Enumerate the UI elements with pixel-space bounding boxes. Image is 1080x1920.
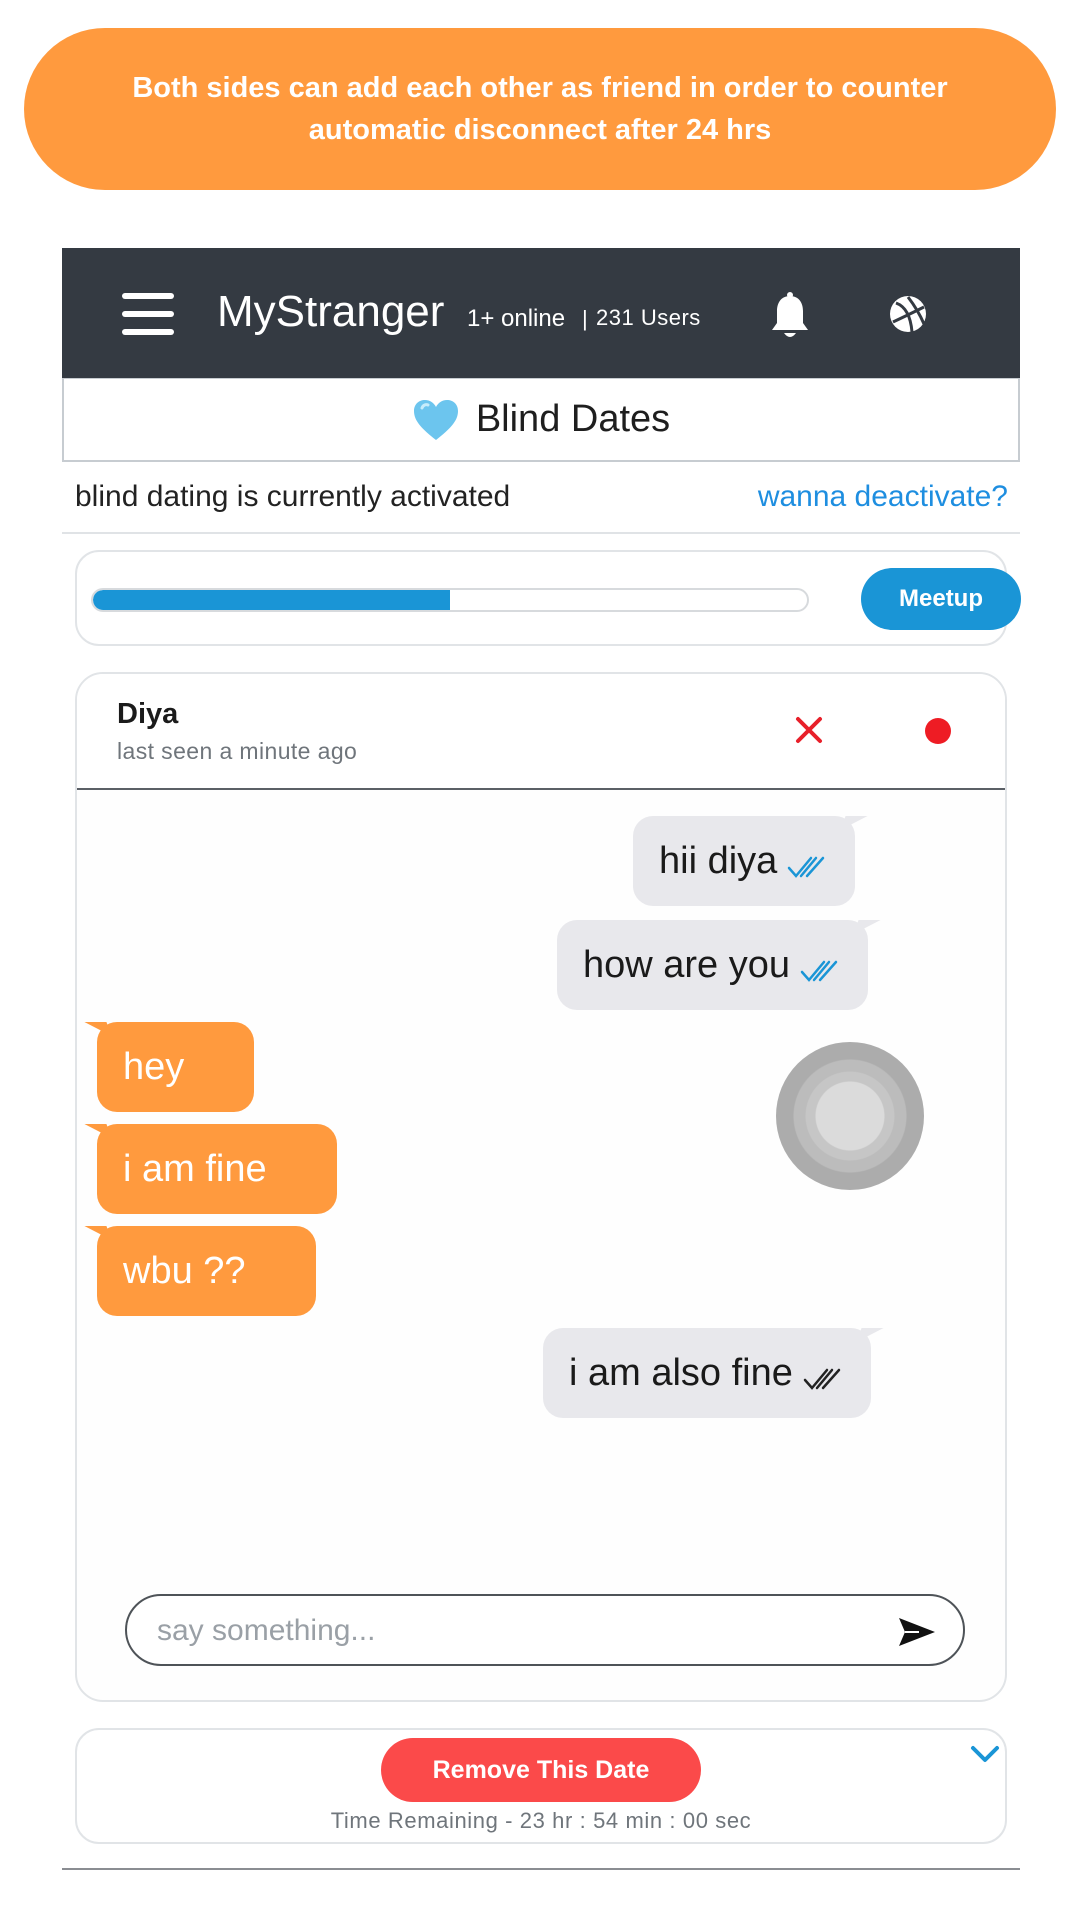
read-ticks-icon [788,856,825,878]
status-text: blind dating is currently activated [75,480,511,513]
chevron-down-icon[interactable] [969,1742,1001,1766]
message-input[interactable] [157,1610,857,1652]
bell-icon[interactable] [768,292,812,342]
menu-icon[interactable] [122,293,174,335]
date-actions-card: Remove This Date Time Remaining - 23 hr … [75,1728,1007,1844]
navbar: MyStranger 1+ online | 231 Users [62,248,1020,378]
message-text: hey [123,1045,185,1088]
tab-title: Blind Dates [475,398,671,440]
online-count: 1+ online [467,305,566,332]
message-text: i am also fine [569,1351,793,1394]
user-count: 231 Users [596,305,701,330]
sent-ticks-icon [803,1368,841,1390]
message-text: wbu ?? [123,1249,246,1292]
message-bubble-out: how are you [557,920,869,1010]
message-text: how are you [583,943,791,986]
message-bubble-out: i am also fine [543,1328,871,1418]
meetup-button[interactable]: Meetup [861,568,1021,630]
ball-icon[interactable] [888,294,928,334]
chat-header: Diya last seen a minute ago [77,674,1005,790]
status-row: blind dating is currently activated wann… [62,462,1020,534]
read-ticks-icon [800,960,838,982]
close-icon[interactable] [793,714,825,746]
touch-indicator [776,1042,924,1190]
banner-text: Both sides can add each other as friend … [132,72,948,146]
message-text: i am fine [123,1147,267,1190]
info-banner: Both sides can add each other as friend … [24,28,1056,190]
message-bubble-in: hey [97,1022,255,1112]
brand-title[interactable]: MyStranger [217,284,444,340]
tab-blind-dates[interactable]: Blind Dates [62,378,1020,462]
progress-bar [91,588,809,612]
message-bubble-in: wbu ?? [97,1226,316,1316]
last-seen: last seen a minute ago [117,738,358,764]
remove-date-button[interactable]: Remove This Date [381,1738,701,1802]
time-remaining: Time Remaining - 23 hr : 54 min : 00 sec [330,1808,752,1833]
send-icon[interactable] [897,1616,937,1648]
progress-fill [93,590,450,610]
message-input-box [125,1594,965,1666]
message-text: hii diya [659,839,778,882]
contact-name: Diya [117,698,179,730]
message-bubble-in: i am fine [97,1124,337,1214]
progress-card: Meetup [75,550,1021,646]
status-dot [925,718,951,744]
message-bubble-out: hii diya [633,816,856,906]
deactivate-link[interactable]: wanna deactivate? [758,480,1008,514]
heart-icon [413,399,458,440]
separator: | [582,306,588,331]
